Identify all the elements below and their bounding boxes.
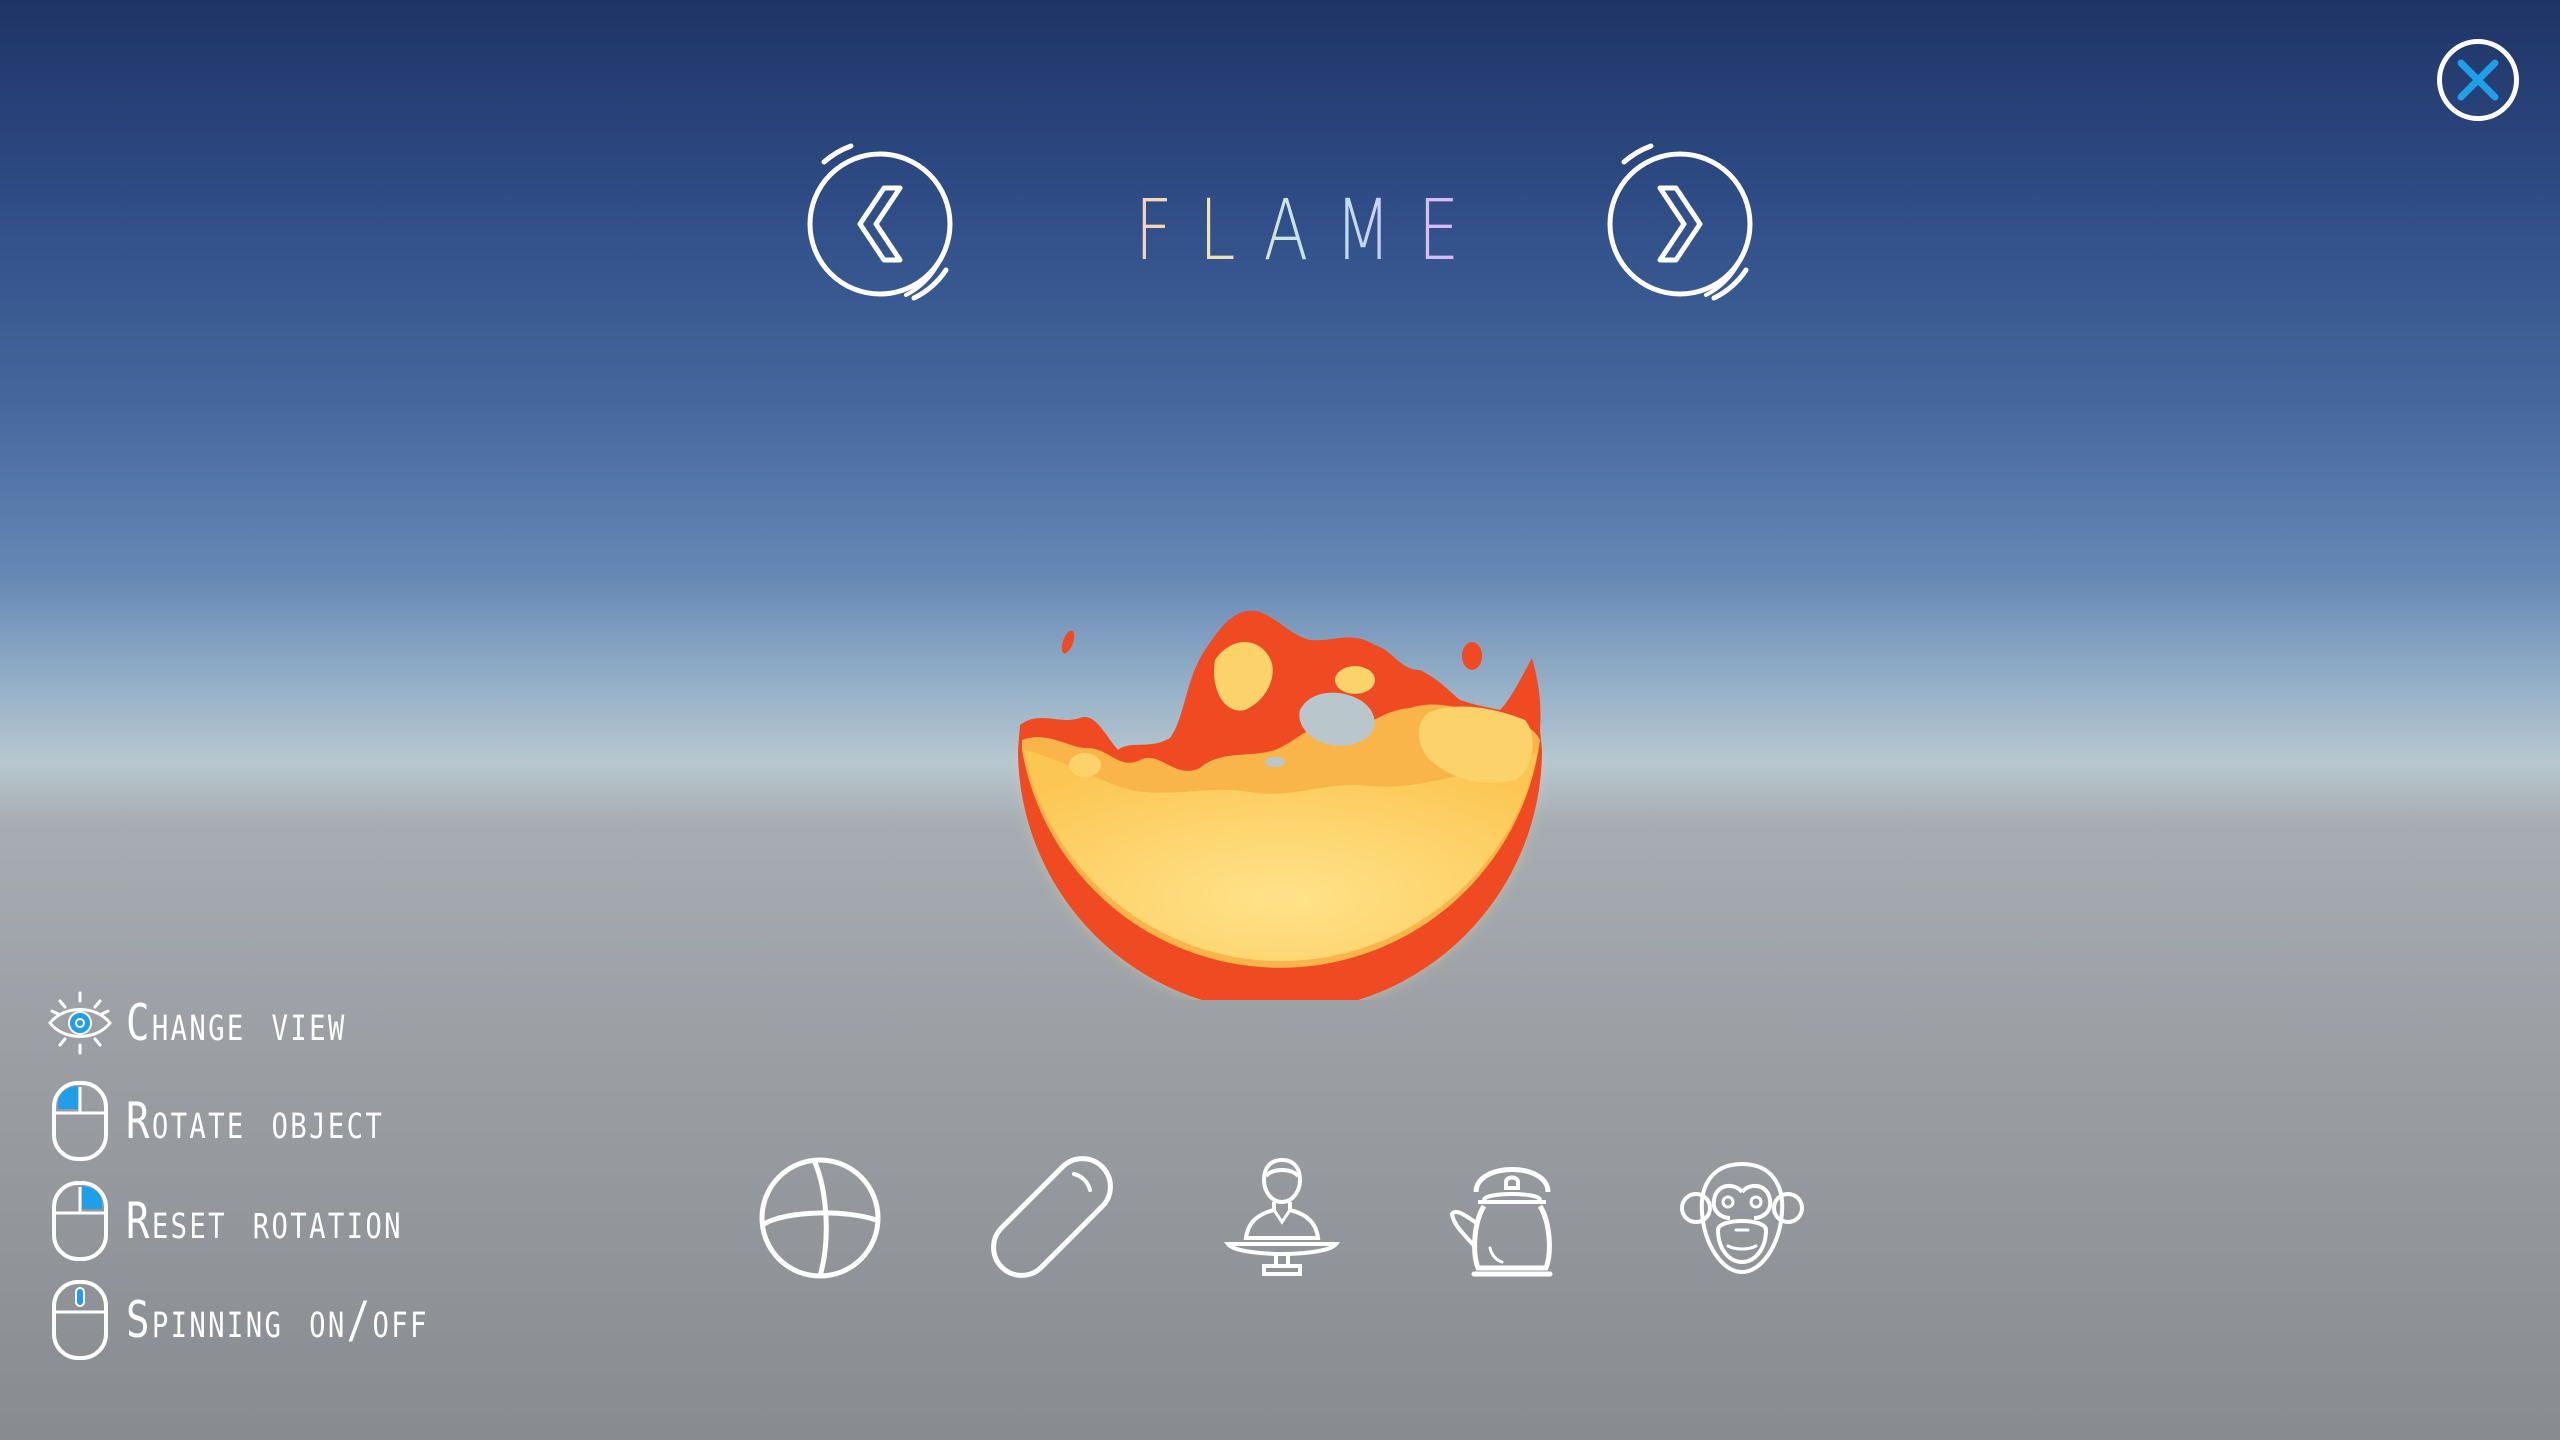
close-icon — [2457, 59, 2499, 101]
eye-icon — [48, 991, 112, 1055]
flame-preview-object[interactable] — [1010, 600, 1550, 1012]
shape-bust-button[interactable] — [1218, 1152, 1346, 1282]
legend-rotate-object: Rotate object — [48, 1076, 528, 1166]
legend-label-change-view: Change view — [126, 994, 347, 1052]
next-material-button[interactable] — [1596, 140, 1764, 308]
legend-reset-rotation: Reset rotation — [48, 1176, 528, 1266]
teapot-icon — [1449, 1167, 1553, 1277]
close-button[interactable] — [2437, 39, 2519, 121]
mouse-left-icon — [52, 1081, 108, 1161]
material-title: FLAME — [1050, 170, 1545, 290]
shape-teapot-button[interactable] — [1448, 1152, 1576, 1282]
mouse-right-icon — [52, 1181, 108, 1261]
previous-material-button[interactable] — [796, 140, 964, 308]
monkey-icon — [1680, 1161, 1804, 1275]
mouse-middle-icon — [52, 1280, 108, 1360]
capsule-icon — [991, 1156, 1113, 1278]
legend-label-rotate-object: Rotate object — [126, 1092, 385, 1150]
bust-icon — [1223, 1157, 1341, 1276]
shape-sphere-button[interactable] — [758, 1152, 886, 1282]
legend-change-view: Change view — [48, 978, 528, 1068]
chevron-left-icon — [807, 143, 953, 301]
legend-label-reset-rotation: Reset rotation — [126, 1192, 403, 1250]
legend-spinning: Spinning on/off — [48, 1275, 528, 1365]
shape-capsule-button[interactable] — [988, 1152, 1116, 1282]
sphere-icon — [759, 1157, 881, 1279]
chevron-right-icon — [1607, 143, 1753, 301]
shape-monkey-button[interactable] — [1678, 1152, 1806, 1282]
legend-label-spinning: Spinning on/off — [126, 1291, 429, 1349]
